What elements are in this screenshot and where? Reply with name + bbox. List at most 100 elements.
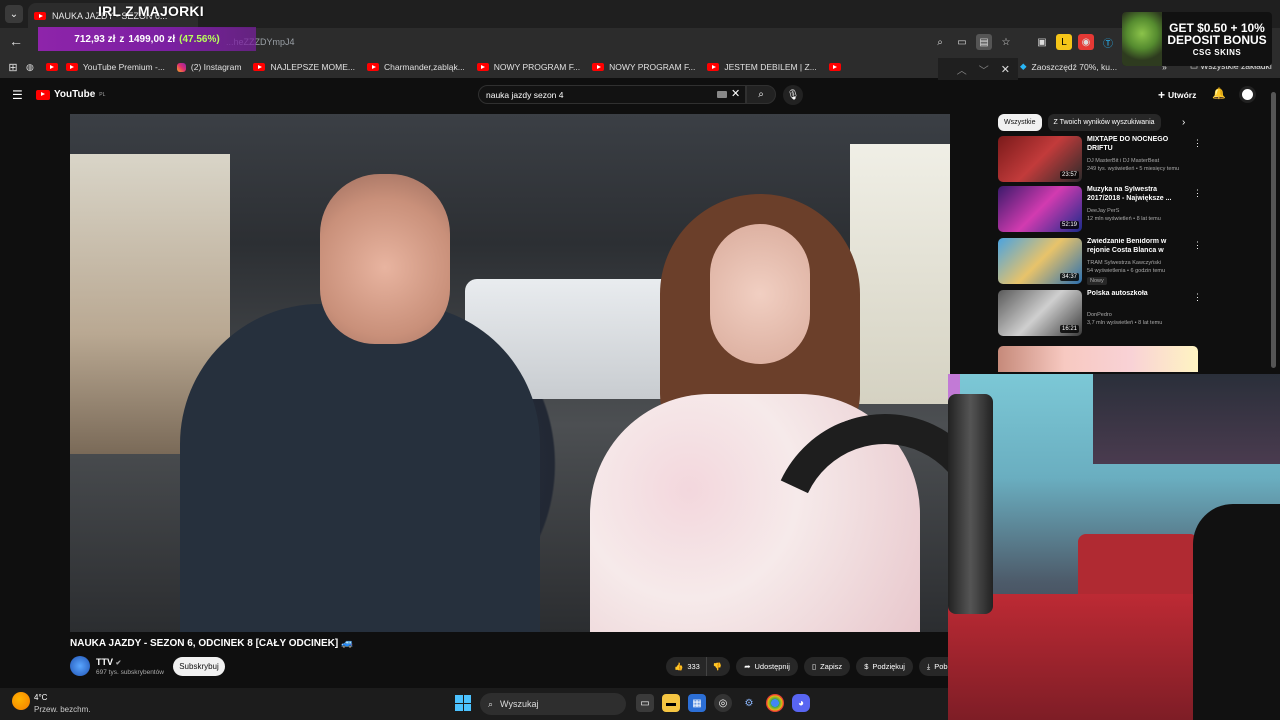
weather-icon[interactable] (12, 692, 30, 710)
task-view-icon[interactable]: ▭ (636, 694, 654, 712)
recommendation-item[interactable]: 23:57 MIXTAPE DO NOCNEGO DRIFTU DJ MasterB… (998, 136, 1203, 182)
bookmark-item[interactable]: NOWY PROGRAM F... (476, 62, 580, 72)
extension-l-icon[interactable]: L (1056, 34, 1072, 50)
donation-separator: z (119, 33, 125, 45)
chip-from-search[interactable]: Z Twoich wyników wyszukiwania (1047, 114, 1161, 131)
save-button[interactable]: ▯ Zapisz (803, 657, 851, 676)
promo-line-1: GET $0.50 + 10% (1169, 20, 1265, 35)
webcam-streamer (1193, 504, 1280, 720)
file-explorer-icon[interactable]: ▬ (662, 694, 680, 712)
recommendation-channel[interactable]: DJ MasterBit i DJ MasterBeat (1087, 158, 1159, 164)
create-button[interactable]: + Utwórz (1158, 88, 1196, 102)
download-label: Pob (934, 662, 948, 671)
keyboard-icon[interactable] (717, 91, 727, 98)
thanks-button[interactable]: $ Podziękuj (856, 657, 913, 676)
subscribe-button[interactable]: Subskrybuj (173, 657, 225, 676)
recommendation-channel[interactable]: TRAM Sylwestrza Kawczyński (1087, 260, 1161, 266)
video-player[interactable] (70, 114, 950, 632)
menu-icon[interactable]: ☰ (12, 88, 23, 102)
recommendation-duration: 34:37 (1059, 273, 1079, 281)
recommendation-title[interactable]: Zwiedzanie Benidorm w rejonie Costa Blan… (1087, 238, 1187, 256)
chrome-icon[interactable] (766, 694, 784, 712)
cast-icon[interactable]: ▭ (954, 34, 970, 50)
recommendation-thumbnail[interactable]: 23:57 (998, 136, 1082, 182)
recommendation-title[interactable]: Polska autoszkoła (1087, 290, 1187, 299)
notifications-bell-icon[interactable]: 🔔 (1212, 87, 1226, 100)
recommendation-title[interactable]: MIXTAPE DO NOCNEGO DRIFTU (1087, 136, 1187, 154)
scrollbar[interactable] (1271, 92, 1276, 368)
recommendation-thumbnail[interactable]: 52:19 (998, 186, 1082, 232)
account-avatar[interactable] (1239, 86, 1256, 103)
bookmark-item[interactable]: NOWY PROGRAM F... (592, 62, 695, 72)
address-bar[interactable]: ...heZZZDYmpJ4 (220, 32, 1020, 52)
clear-search-icon[interactable]: ✕ (731, 87, 740, 100)
more-options-icon[interactable]: ⋮ (1193, 240, 1202, 251)
extension-translate-icon[interactable]: Ⓣ (1100, 34, 1116, 50)
recommendation-item[interactable]: 16:21 Polska autoszkoła DonPedro 3,7 mln wy… (998, 290, 1203, 336)
recommendation-duration: 23:57 (1059, 171, 1079, 179)
settings-gear-icon[interactable]: ⚙ (740, 694, 758, 712)
like-count: 333 (687, 662, 700, 671)
install-icon[interactable]: ▤ (976, 34, 992, 50)
youtube-favicon-icon (828, 63, 841, 71)
apps-grid-icon[interactable]: ⊞ (0, 61, 26, 74)
find-close-icon[interactable]: ✕ (1001, 63, 1010, 76)
bookmark-youtube-blank[interactable] (45, 63, 58, 71)
store-icon[interactable]: ▦ (688, 694, 706, 712)
recommendation-thumbnail[interactable]: 16:21 (998, 290, 1082, 336)
search-button[interactable]: ⌕ (746, 85, 776, 104)
recommendation-item[interactable]: 52:19 Muzyka na Sylwestra 2017/2018 - Naj… (998, 186, 1203, 232)
discord-icon[interactable]: ◕ (792, 694, 810, 712)
recommendation-item[interactable]: 34:37 Zwiedzanie Benidorm w rejonie Costa… (998, 238, 1203, 285)
obs-icon[interactable]: ◎ (714, 694, 732, 712)
thumbs-down-icon: 👎 (712, 662, 723, 671)
bookmark-item[interactable]: JESTEM DEBILEM | Z... (707, 62, 817, 72)
create-label: Utwórz (1168, 90, 1197, 100)
recommendation-partial-thumbnail[interactable] (998, 346, 1198, 372)
search-input[interactable]: nauka jazdy sezon 4 (478, 85, 746, 104)
more-options-icon[interactable]: ⋮ (1193, 138, 1202, 149)
tab-search-menu-icon[interactable]: ⌄ (5, 5, 23, 23)
youtube-favicon-icon (65, 63, 78, 71)
recommendation-thumbnail[interactable]: 34:37 (998, 238, 1082, 284)
bookmarks-bar: ⊞ ◍ YouTube Premium -... (2) Instagram N… (0, 56, 1280, 78)
verified-icon: ✔ (115, 660, 122, 667)
video-driver-face (710, 224, 810, 364)
dislike-button[interactable]: 👎 (705, 657, 731, 676)
extension-twitch-icon[interactable]: ▣ (1034, 34, 1050, 50)
extension-search-icon[interactable]: ◉ (1078, 34, 1094, 50)
recommendation-title[interactable]: Muzyka na Sylwestra 2017/2018 - Najwięks… (1087, 186, 1187, 204)
chevron-right-icon[interactable]: › (1182, 117, 1185, 128)
youtube-logo[interactable]: YouTube PL (36, 89, 105, 100)
recommendation-badge: Nowy (1087, 277, 1107, 285)
share-button[interactable]: ➦ Udostępnij (736, 657, 798, 676)
windows-start-icon[interactable] (455, 695, 471, 711)
filter-chips: Wszystkie Z Twoich wyników wyszukiwania (998, 114, 1161, 131)
find-next-icon[interactable]: ﹀ (979, 62, 989, 77)
bookmark-label: NOWY PROGRAM F... (609, 62, 696, 72)
find-prev-icon[interactable]: ︿ (957, 62, 967, 77)
bookmark-item[interactable]: Charmander,zabląk... (367, 62, 465, 72)
bookmark-youtube-blank[interactable] (828, 63, 841, 71)
bookmark-item[interactable]: YouTube Premium -... (65, 62, 165, 72)
chip-all[interactable]: Wszystkie (998, 114, 1042, 131)
weather-temperature[interactable]: 4°C (34, 693, 47, 702)
more-options-icon[interactable]: ⋮ (1193, 292, 1202, 303)
bookmark-item[interactable]: NAJLEPSZE MOME... (253, 62, 355, 72)
recommendation-channel[interactable]: DonPedro (1087, 312, 1112, 318)
youtube-favicon-icon (34, 11, 46, 20)
channel-name[interactable]: TTV ✔ (96, 657, 121, 667)
back-arrow-icon[interactable]: ← (8, 33, 24, 49)
voice-search-icon[interactable]: 🎙 (783, 85, 803, 105)
recommendation-channel[interactable]: DeeJay PerS (1087, 208, 1119, 214)
zoom-icon[interactable]: ⌕ (932, 34, 948, 50)
bookmark-github[interactable]: ◍ (26, 62, 34, 73)
youtube-header: ☰ YouTube PL nauka jazdy sezon 4 ✕ ⌕ 🎙 +… (0, 82, 1280, 108)
taskbar-search[interactable]: ⌕ Wyszukaj (480, 693, 626, 715)
bookmark-star-icon[interactable]: ☆ (998, 34, 1014, 50)
weather-description[interactable]: Przew. bezchm. (34, 705, 90, 714)
like-button[interactable]: 👍 333 (666, 657, 706, 676)
bookmark-item[interactable]: (2) Instagram (176, 62, 241, 72)
more-options-icon[interactable]: ⋮ (1193, 188, 1202, 199)
channel-avatar[interactable] (70, 656, 90, 676)
